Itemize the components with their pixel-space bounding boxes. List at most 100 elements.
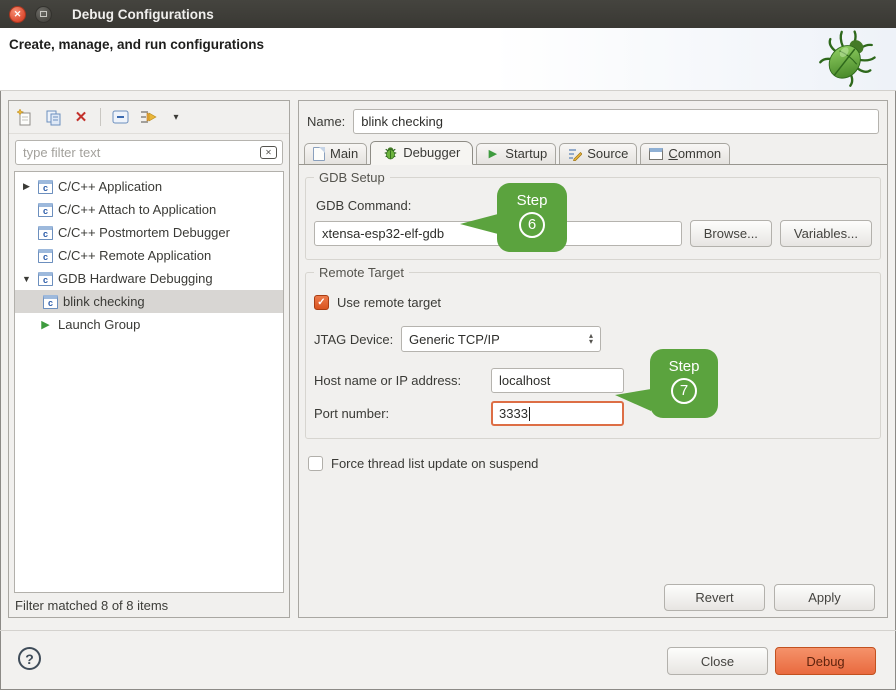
delete-configuration-icon[interactable]: ✕ [72, 108, 90, 126]
common-window-icon [649, 148, 663, 160]
gdb-command-label: GDB Command: [316, 198, 872, 213]
step-label: Step [650, 358, 718, 375]
footer-divider [0, 630, 896, 631]
tree-item-cpp-application[interactable]: ▶ c C/C++ Application [15, 175, 283, 198]
tab-main[interactable]: Main [304, 143, 367, 164]
dialog-heading: Create, manage, and run configurations [9, 37, 264, 52]
tree-item-gdb-hardware-debugging[interactable]: ▼ c GDB Hardware Debugging [15, 267, 283, 290]
force-thread-row: Force thread list update on suspend [308, 456, 887, 471]
revert-button[interactable]: Revert [664, 584, 765, 611]
tree-item-cpp-postmortem[interactable]: c C/C++ Postmortem Debugger [15, 221, 283, 244]
text-caret [529, 407, 530, 421]
collapse-all-icon[interactable] [111, 108, 129, 126]
help-button[interactable]: ? [18, 647, 41, 670]
window-title: Debug Configurations [72, 7, 214, 22]
filter-input[interactable] [15, 140, 283, 165]
host-row: Host name or IP address: [314, 368, 872, 393]
window-close-button[interactable]: ✕ [9, 6, 26, 23]
chevron-right-icon[interactable]: ▶ [20, 181, 33, 192]
toolbar-menu-chevron-icon[interactable]: ▾ [167, 108, 185, 126]
jtag-device-row: JTAG Device: Generic TCP/IP ▴▾ [314, 326, 872, 352]
debugger-bug-icon [383, 146, 398, 160]
c-application-icon: c [38, 180, 53, 194]
variables-button[interactable]: Variables... [780, 220, 872, 247]
step-number: 6 [519, 212, 545, 238]
tab-debugger[interactable]: Debugger [370, 141, 473, 165]
duplicate-configuration-icon[interactable] [44, 108, 62, 126]
close-button[interactable]: Close [667, 647, 768, 675]
browse-button[interactable]: Browse... [690, 220, 772, 247]
editor-tabs: Main Debugger ▶ Startup [299, 140, 887, 165]
use-remote-target-checkbox[interactable]: ✓ [314, 295, 329, 310]
callout-arrow-left-icon [615, 389, 651, 411]
jtag-device-value: Generic TCP/IP [409, 332, 589, 347]
tab-label: Startup [505, 146, 547, 161]
window-maximize-button[interactable] [35, 6, 52, 23]
tree-item-label: blink checking [63, 294, 145, 309]
name-input[interactable] [353, 109, 879, 134]
port-label: Port number: [314, 406, 491, 421]
tab-startup[interactable]: ▶ Startup [476, 143, 556, 164]
launch-group-icon: ▶ [38, 318, 53, 331]
configurations-sidebar: ✕ ▾ ✕ [8, 100, 290, 618]
tab-label: Source [587, 146, 628, 161]
tab-common[interactable]: Common [640, 143, 730, 164]
gdb-setup-group-title: GDB Setup [314, 170, 390, 185]
debug-configurations-dialog: ✕ Debug Configurations Create, manage, a… [0, 0, 896, 690]
titlebar: ✕ Debug Configurations [0, 0, 896, 28]
tree-item-label: Launch Group [58, 317, 140, 332]
remote-target-group-title: Remote Target [314, 265, 409, 280]
tree-item-label: C/C++ Postmortem Debugger [58, 225, 230, 240]
port-row: Port number: 3333 [314, 401, 872, 426]
tree-item-cpp-remote[interactable]: c C/C++ Remote Application [15, 244, 283, 267]
step-6-callout: Step 6 [497, 183, 567, 252]
combo-spinner-icon: ▴▾ [589, 333, 593, 345]
gdb-command-row: Browse... Variables... [314, 220, 872, 247]
remote-target-group: Remote Target ✓ Use remote target JTAG D… [305, 272, 881, 439]
use-remote-target-row: ✓ Use remote target [314, 295, 872, 310]
debug-button[interactable]: Debug [775, 647, 876, 675]
startup-play-icon: ▶ [485, 147, 500, 160]
source-lookup-icon [568, 147, 582, 161]
tree-item-label: C/C++ Attach to Application [58, 202, 216, 217]
header-banner: Create, manage, and run configurations [0, 28, 896, 91]
panel-actions: Revert Apply [664, 584, 875, 611]
port-value: 3333 [499, 406, 528, 421]
c-application-icon: c [38, 226, 53, 240]
clear-filter-icon[interactable]: ✕ [260, 146, 277, 159]
port-input[interactable]: 3333 [491, 401, 624, 426]
force-thread-checkbox[interactable] [308, 456, 323, 471]
tab-source[interactable]: Source [559, 143, 637, 164]
gdb-setup-group: GDB Setup GDB Command: Browse... Variabl… [305, 177, 881, 260]
filter-status-text: Filter matched 8 of 8 items [9, 593, 289, 617]
apply-button[interactable]: Apply [774, 584, 875, 611]
maximize-icon [40, 11, 47, 17]
step-7-callout: Step 7 [650, 349, 718, 418]
name-label: Name: [307, 114, 345, 129]
callout-arrow-left-icon [460, 214, 498, 234]
tab-label: Common [668, 146, 721, 161]
c-application-icon: c [38, 203, 53, 217]
tree-item-launch-group[interactable]: ▶ Launch Group [15, 313, 283, 336]
configuration-editor: Name: Main Debugger [298, 100, 888, 618]
force-thread-label: Force thread list update on suspend [331, 456, 538, 471]
main-tab-document-icon [313, 147, 325, 161]
tree-item-blink-checking[interactable]: c blink checking [15, 290, 283, 313]
chevron-down-icon[interactable]: ▼ [20, 274, 33, 284]
jtag-device-select[interactable]: Generic TCP/IP ▴▾ [401, 326, 601, 352]
debug-bug-icon [816, 30, 878, 88]
c-application-icon: c [38, 249, 53, 263]
host-input[interactable] [491, 368, 624, 393]
c-application-icon: c [43, 295, 58, 309]
step-number: 7 [671, 378, 697, 404]
host-label: Host name or IP address: [314, 373, 491, 388]
tree-item-label: GDB Hardware Debugging [58, 271, 213, 286]
filter-row: ✕ [15, 140, 283, 165]
configurations-tree: ▶ c C/C++ Application c C/C++ Attach to … [14, 171, 284, 593]
new-configuration-icon[interactable] [16, 108, 34, 126]
tree-item-cpp-attach[interactable]: c C/C++ Attach to Application [15, 198, 283, 221]
sidebar-toolbar: ✕ ▾ [9, 101, 289, 134]
filter-configurations-icon[interactable] [139, 108, 157, 126]
toolbar-separator [100, 108, 101, 126]
c-application-icon: c [38, 272, 53, 286]
